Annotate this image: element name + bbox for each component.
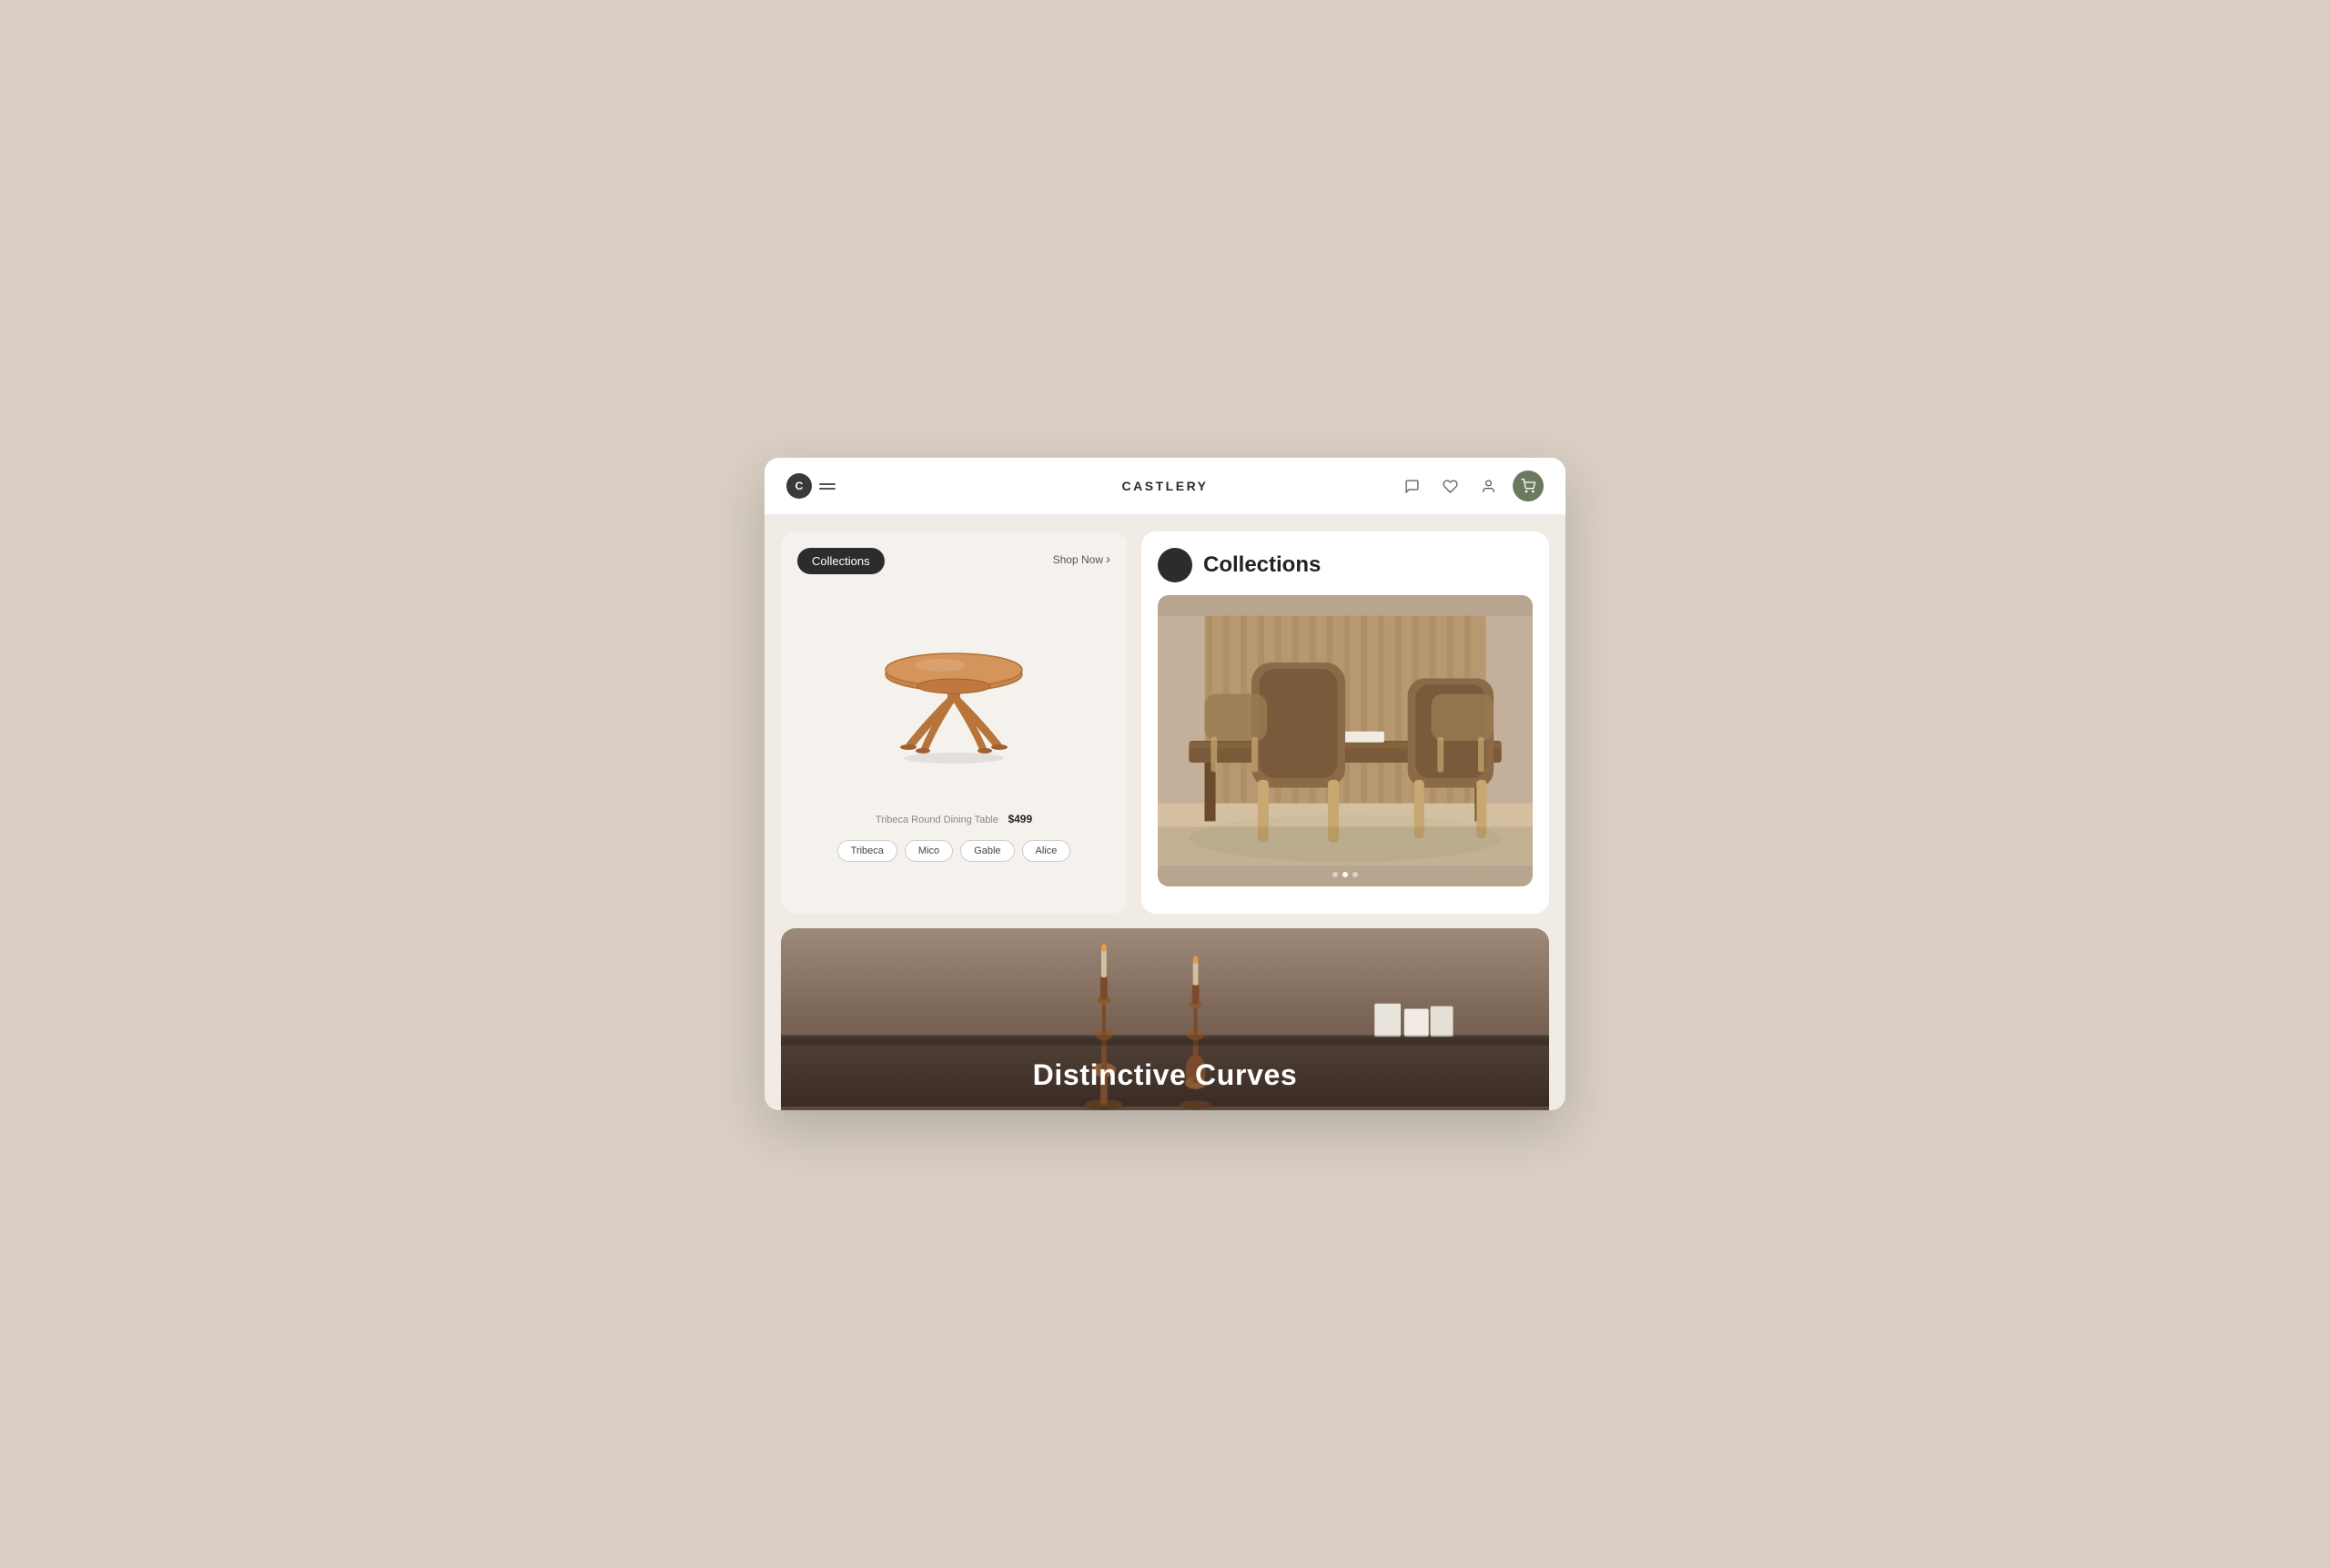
- right-card-header: Collections: [1158, 548, 1533, 582]
- collections-icon: [1158, 548, 1192, 582]
- dot-1[interactable]: [1332, 872, 1338, 877]
- wishlist-button[interactable]: [1436, 472, 1464, 500]
- tag-alice[interactable]: Alice: [1022, 840, 1071, 862]
- tag-mico[interactable]: Mico: [905, 840, 953, 862]
- browser-window: C CASTLERY Collections: [765, 458, 1565, 1110]
- dining-image: [1158, 595, 1533, 886]
- menu-icon[interactable]: [819, 483, 836, 490]
- cart-button[interactable]: [1513, 470, 1544, 501]
- dot-2[interactable]: [1342, 872, 1348, 877]
- tag-gable[interactable]: Gable: [960, 840, 1014, 862]
- product-price: $499: [1008, 813, 1032, 825]
- left-product-card: Collections Shop Now: [781, 531, 1127, 914]
- collections-title: Collections: [1203, 552, 1321, 578]
- brand-logo: C: [786, 473, 812, 499]
- product-image: [797, 583, 1110, 802]
- dining-scene-svg: [1158, 595, 1533, 886]
- nav-right: [1398, 470, 1544, 501]
- collection-tags: Tribeca Mico Gable Alice: [797, 840, 1110, 862]
- indicator-dots: [1332, 872, 1358, 877]
- account-button[interactable]: [1474, 472, 1502, 500]
- product-info: Tribeca Round Dining Table $499: [797, 811, 1110, 827]
- dot-3[interactable]: [1352, 872, 1358, 877]
- banner-heading: Distinctive Curves: [781, 1058, 1549, 1092]
- main-content: Collections Shop Now: [765, 515, 1565, 914]
- navigation: C CASTLERY: [765, 458, 1565, 515]
- bottom-banner: Distinctive Curves: [781, 928, 1549, 1110]
- table-illustration: [854, 592, 1054, 793]
- collections-badge: Collections: [797, 548, 885, 574]
- right-collections-card: Collections: [1141, 531, 1549, 914]
- chat-button[interactable]: [1398, 472, 1425, 500]
- tag-tribeca[interactable]: Tribeca: [837, 840, 897, 862]
- shop-now-link[interactable]: Shop Now: [1053, 551, 1110, 567]
- brand-name: CASTLERY: [1121, 479, 1208, 493]
- product-name: Tribeca Round Dining Table: [876, 814, 998, 825]
- nav-left: C: [786, 473, 836, 499]
